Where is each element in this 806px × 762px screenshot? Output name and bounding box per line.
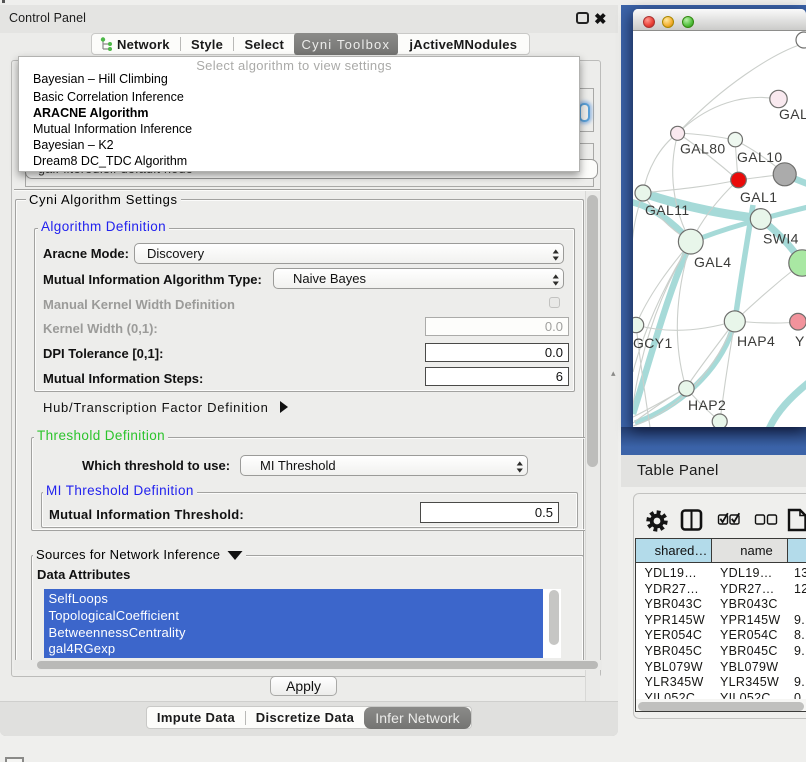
svg-text:GAL11: GAL11	[645, 202, 690, 218]
svg-text:HAP4: HAP4	[737, 333, 775, 349]
svg-text:GAL4: GAL4	[694, 254, 731, 270]
svg-text:GAL10: GAL10	[737, 149, 783, 165]
svg-text:Y: Y	[795, 333, 805, 349]
svg-text:SWI4: SWI4	[763, 231, 799, 247]
svg-text:GCY1: GCY1	[633, 335, 673, 351]
svg-text:GAL2: GAL2	[779, 106, 806, 122]
svg-text:GAL1: GAL1	[740, 189, 777, 205]
svg-text:HAP2: HAP2	[688, 397, 726, 413]
svg-text:GAL80: GAL80	[680, 141, 726, 157]
